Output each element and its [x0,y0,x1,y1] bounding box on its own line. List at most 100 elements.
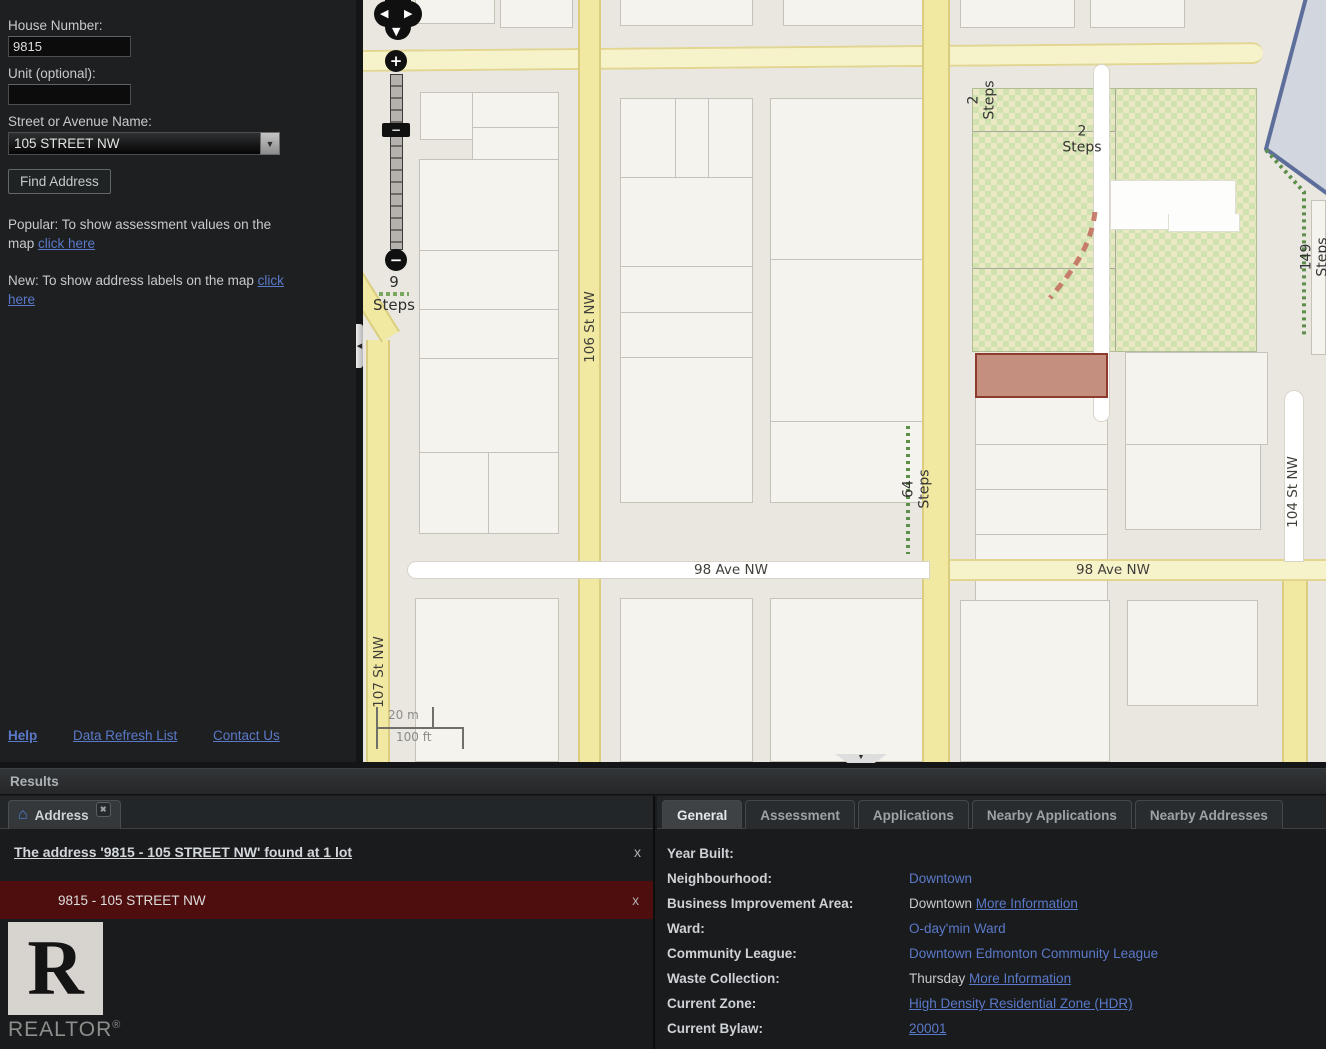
contact-us-link[interactable]: Contact Us [213,728,280,743]
detail-label: Business Improvement Area: [667,896,909,911]
selected-address-row[interactable]: 9815 - 105 STREET NW x [0,881,653,919]
detail-row-neighbourhood: Neighbourhood: Downtown [667,866,1326,891]
detail-link[interactable]: More Information [976,896,1078,911]
selected-lot-highlight[interactable] [975,353,1108,398]
steps-label-2-horizontal: 2Steps [1062,124,1101,155]
street-label-107: 107 St NW [371,636,387,708]
new-note-text: New: To show address labels on the map [8,273,258,288]
map-parcel [960,600,1110,762]
detail-row-business-improvement-area: Business Improvement Area: Downtown More… [667,891,1326,916]
map-canvas[interactable]: 106 St NW 107 St NW 104 St NW 98 Ave NW … [363,0,1326,762]
new-note: New: To show address labels on the map c… [8,272,300,310]
detail-row-current-zone: Current Zone: High Density Residential Z… [667,991,1326,1016]
unit-label: Unit (optional): [8,66,348,81]
tab-general[interactable]: General [662,800,742,829]
map-parcel [1127,600,1258,706]
detail-label: Year Built: [667,846,909,861]
tab-nearby-applications[interactable]: Nearby Applications [972,800,1132,829]
pan-left-icon[interactable]: ◀ [380,7,388,20]
detail-row-waste-collection: Waste Collection: Thursday More Informat… [667,966,1326,991]
map-parcel [419,309,559,359]
map-parcel [620,312,753,358]
pan-down-icon[interactable]: ▼ [392,25,400,38]
realtor-logo-box: R [8,922,103,1015]
steps-label-149: 149Steps [1299,237,1326,276]
find-address-button[interactable]: Find Address [8,169,111,194]
zoom-slider-track[interactable] [390,74,403,250]
help-link[interactable]: Help [8,728,37,743]
map-parcel [975,444,1108,490]
house-number-input[interactable] [8,36,131,57]
results-address-pane: ⌂ Address ✖ The address '9815 - 105 STRE… [0,796,655,1049]
detail-tabbar: General Assessment Applications Nearby A… [657,796,1326,829]
map-parcel [488,452,559,534]
steps-9-trail-icon [379,292,409,296]
scale-imperial-label: 100 ft [396,730,431,744]
map-parcel [419,159,559,251]
road-105-street [922,0,950,762]
zoom-slider-handle[interactable]: − [382,123,410,137]
collapse-down-icon: ▼ [858,754,865,762]
address-tab-label: Address [35,808,89,823]
results-detail-pane: General Assessment Applications Nearby A… [657,796,1326,1049]
avenue-label-98-east: 98 Ave NW [1076,562,1150,578]
map-parcel [419,358,559,453]
detail-link[interactable]: More Information [969,971,1071,986]
found-dismiss-button[interactable]: x [634,844,641,860]
detail-link[interactable]: Downtown [909,871,972,886]
detail-link[interactable]: 20001 [909,1021,947,1036]
street-select-value: 105 STREET NW [14,136,120,151]
popular-note: Popular: To show assessment values on th… [8,216,300,254]
road-104-street-south [1282,581,1308,762]
found-heading-link[interactable]: The address '9815 - 105 STREET NW' found… [14,844,624,860]
close-icon[interactable]: ✖ [96,802,111,817]
chevron-down-icon[interactable]: ▼ [260,132,280,155]
sidebar-collapse-handle[interactable]: ◀ [356,324,363,368]
scale-bar: 20 m 100 ft [376,702,468,752]
detail-link[interactable]: O-day'min Ward [909,921,1006,936]
selected-dismiss-button[interactable]: x [632,893,639,908]
map-parcel [770,259,925,422]
map-parcel [472,92,559,128]
scale-metric-label: 20 m [388,708,419,722]
unit-input[interactable] [8,84,131,105]
map-parcel [419,250,559,310]
map-parcel [675,98,709,178]
road-106-street [578,0,601,762]
popular-click-here-link[interactable]: click here [38,236,95,251]
map-parcel [472,127,559,160]
realtor-letter: R [27,933,83,1003]
detail-label: Neighbourhood: [667,871,909,886]
detail-link[interactable]: Downtown Edmonton Community League [909,946,1158,961]
tab-address[interactable]: ⌂ Address ✖ [8,800,121,829]
map-parcel [975,489,1108,535]
tab-applications[interactable]: Applications [858,800,969,829]
detail-label: Waste Collection: [667,971,909,986]
street-label-106: 106 St NW [582,291,598,363]
street-select[interactable]: 105 STREET NW ▼ [8,132,280,155]
pan-right-icon[interactable]: ▶ [404,7,412,20]
map-parcel [620,0,753,26]
found-heading-row: The address '9815 - 105 STREET NW' found… [14,844,641,860]
street-label-104: 104 St NW [1285,456,1301,528]
realtor-logo: R REALTOR® [8,922,653,1042]
steps-label-9: 9 Steps [371,274,417,313]
detail-label: Current Zone: [667,996,909,1011]
tab-nearby-addresses[interactable]: Nearby Addresses [1135,800,1283,829]
selected-address-text: 9815 - 105 STREET NW [58,893,206,908]
zoom-out-button[interactable]: − [385,249,407,271]
tab-assessment[interactable]: Assessment [745,800,855,829]
realtor-wordmark: REALTOR® [8,1018,653,1042]
map-parcel [620,357,753,503]
map-parcel [960,0,1075,28]
data-refresh-list-link[interactable]: Data Refresh List [73,728,177,743]
map-parcel [620,177,753,267]
detail-row-year-built: Year Built: [667,841,1326,866]
detail-link[interactable]: High Density Residential Zone (HDR) [909,996,1133,1011]
avenue-label-98-west: 98 Ave NW [694,562,768,578]
zoom-in-button[interactable]: + [385,50,407,72]
house-number-label: House Number: [8,18,348,33]
street-label: Street or Avenue Name: [8,114,348,129]
map-parcel [620,598,753,762]
results-header: Results [0,768,1326,795]
